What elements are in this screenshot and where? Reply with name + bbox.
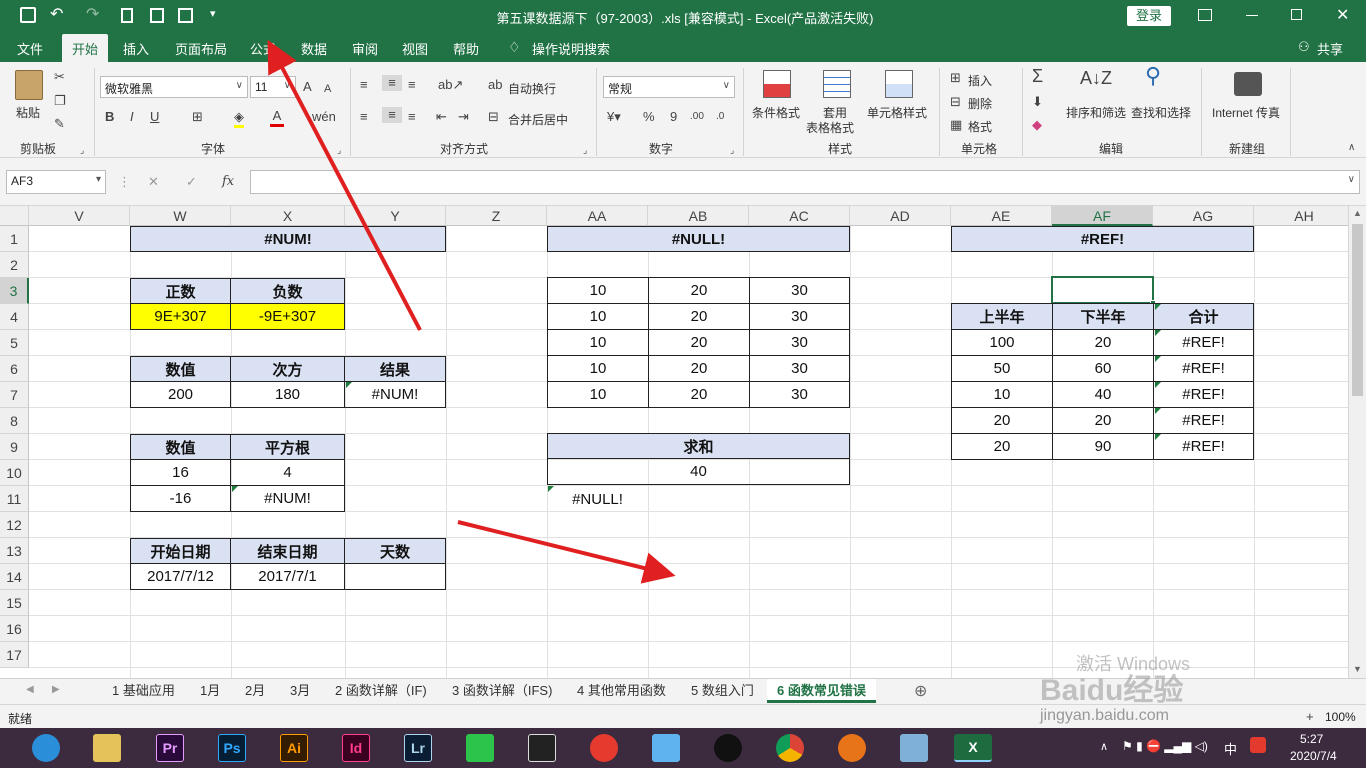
status-bar: 就绪 jingyan.baidu.com Baidu经验 + 100% (0, 674, 1366, 728)
green-app-icon[interactable] (466, 734, 494, 762)
arrow-to-formulas-tab (267, 39, 422, 331)
clock-time[interactable]: 5:27 (1300, 732, 1323, 746)
wps-icon[interactable] (590, 734, 618, 762)
illustrator-icon[interactable]: Ai (280, 734, 308, 762)
sogou-icon[interactable] (1250, 737, 1266, 753)
status-ready: 就绪 (8, 712, 33, 726)
excel-taskbar-icon[interactable]: X (954, 734, 992, 762)
sheet-tab[interactable]: 4 其他常用函数 (577, 679, 666, 703)
ime-indicator[interactable]: 中 (1224, 739, 1237, 758)
lightroom-icon[interactable]: Lr (404, 734, 432, 762)
clock-date[interactable]: 2020/7/4 (1290, 749, 1337, 763)
annotation-arrows (267, 39, 676, 584)
zoom-level[interactable]: 100% (1325, 710, 1356, 724)
scroll-left-icon[interactable]: ◀ (26, 684, 34, 695)
start-icon[interactable] (32, 734, 60, 762)
cloud-app-icon[interactable] (652, 734, 680, 762)
add-sheet-icon[interactable]: ⊕ (914, 681, 927, 701)
notepad-icon[interactable] (900, 734, 928, 762)
zoom-in-button[interactable]: + (1306, 709, 1314, 724)
site-watermark: jingyan.baidu.com (1040, 707, 1169, 724)
file-explorer-icon[interactable] (93, 734, 121, 762)
browser-icon[interactable] (838, 734, 866, 762)
sheet-tab[interactable]: 2 函数详解（IF) (335, 679, 427, 703)
qq-icon[interactable] (714, 734, 742, 762)
brand-watermark: Baidu经验 (1040, 674, 1184, 707)
photoshop-icon[interactable]: Ps (218, 734, 246, 762)
indesign-icon[interactable]: Id (342, 734, 370, 762)
sheet-tab[interactable]: 5 数组入门 (691, 679, 754, 703)
video-editor-icon[interactable] (528, 734, 556, 762)
sheet-tab[interactable]: 1月 (200, 679, 220, 703)
arrow-to-grid (457, 520, 676, 584)
scroll-right-icon[interactable]: ▶ (52, 684, 60, 695)
sheet-tab[interactable]: 3 函数详解（IFS) (452, 679, 552, 703)
taskbar: Pr Ps Ai Id Lr X ∧ ⚑ ▮ ⛔ ▂▄▆ ◁) 中 5:27 2… (0, 728, 1366, 768)
premiere-icon[interactable]: Pr (156, 734, 184, 762)
sheet-tab[interactable]: 1 基础应用 (112, 679, 175, 703)
tray-up-icon[interactable]: ∧ (1100, 740, 1108, 753)
sheet-tab-active[interactable]: 6 函数常见错误 (767, 679, 876, 703)
tray-icons: ⚑ ▮ ⛔ ▂▄▆ ◁) (1122, 739, 1208, 753)
chrome-icon[interactable] (776, 734, 804, 762)
sheet-tab[interactable]: 2月 (245, 679, 265, 703)
sheet-tab[interactable]: 3月 (290, 679, 310, 703)
